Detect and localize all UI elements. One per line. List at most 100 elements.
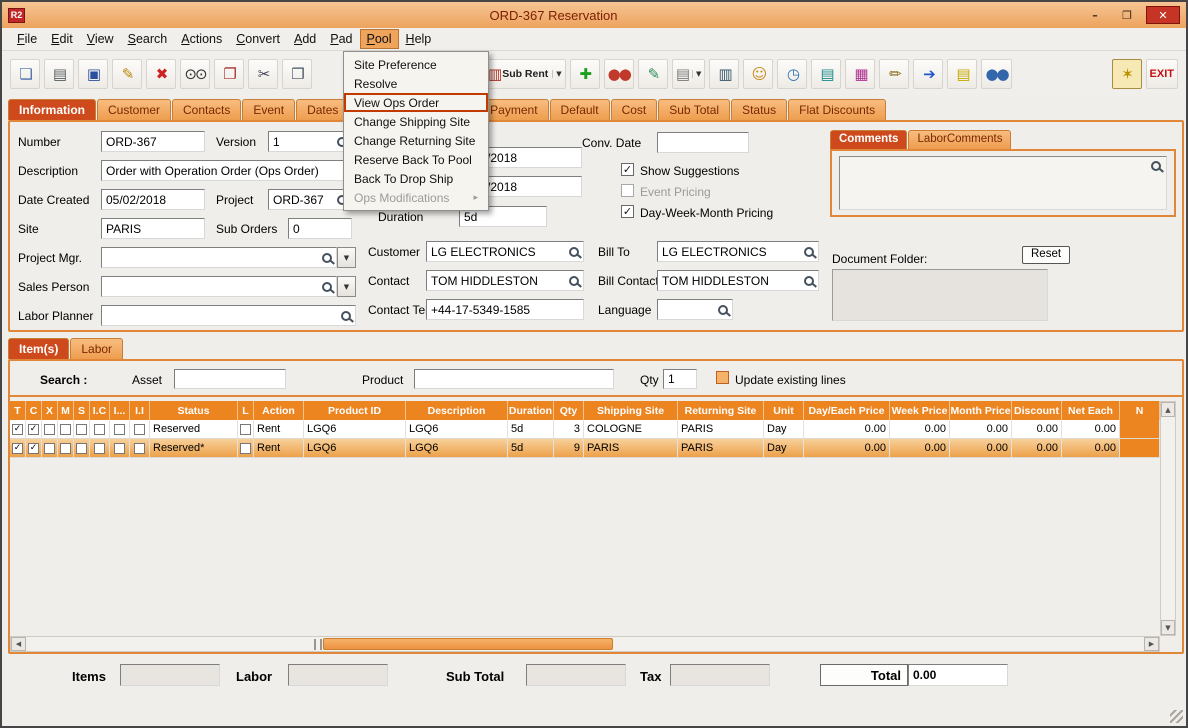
col-i[interactable]: I... [110, 401, 130, 420]
row-checkbox[interactable] [94, 423, 105, 435]
menu-view[interactable]: View [80, 29, 121, 49]
horizontal-scrollbar[interactable]: ◀ ▶ [10, 636, 1160, 652]
conv-date-field[interactable] [657, 132, 749, 153]
cell-discount[interactable]: 0.00 [1012, 420, 1062, 438]
project-mgr-dropdown-button[interactable]: ▼ [337, 247, 356, 268]
row-checkbox[interactable] [240, 423, 251, 435]
cell-product_id[interactable]: LGQ6 [304, 420, 406, 438]
labor-planner-field[interactable] [101, 305, 356, 326]
col-t[interactable]: T [10, 401, 26, 420]
customer-field[interactable]: LG ELECTRONICS [426, 241, 584, 262]
row-checkbox[interactable] [28, 423, 39, 435]
cell-chk2[interactable] [42, 439, 58, 457]
table-row[interactable]: ReservedRentLGQ6LGQ65d3COLOGNEPARISDay0.… [10, 420, 1160, 439]
pool-menu-item-view-ops-order[interactable]: View Ops Order [344, 93, 488, 112]
row-checkbox[interactable] [94, 442, 105, 454]
cell-chk7[interactable] [130, 439, 150, 457]
cell-action[interactable]: Rent [254, 439, 304, 457]
save-button[interactable]: ▣ [78, 59, 108, 89]
col-duration[interactable]: Duration [508, 401, 554, 420]
group-button[interactable]: ●● [603, 59, 634, 89]
tab-default[interactable]: Default [549, 99, 610, 120]
comments-text-area[interactable] [839, 156, 1167, 210]
row-checkbox[interactable] [240, 442, 251, 454]
col-i-i[interactable]: I.I [130, 401, 150, 420]
row-checkbox[interactable] [44, 442, 55, 454]
money-button[interactable]: ▤ [947, 59, 978, 89]
cell-chk6[interactable] [110, 420, 130, 438]
reset-button[interactable]: Reset [1022, 246, 1071, 264]
pool-menu-item-back-to-drop-ship[interactable]: Back To Drop Ship [344, 169, 488, 188]
col-description[interactable]: Description [406, 401, 508, 420]
resize-grip[interactable] [1170, 710, 1183, 723]
cell-week_price[interactable]: 0.00 [890, 420, 950, 438]
cell-chk5[interactable] [90, 439, 110, 457]
row-checkbox[interactable] [28, 442, 39, 454]
new-order-button[interactable]: ❏ [10, 59, 40, 89]
notepad-button[interactable]: ✏ [879, 59, 910, 89]
col-month-price[interactable]: Month Price [950, 401, 1012, 420]
cell-day_each_price[interactable]: 0.00 [804, 420, 890, 438]
document-folder-box[interactable] [832, 269, 1048, 321]
col-s[interactable]: S [74, 401, 90, 420]
search-icon[interactable] [322, 252, 332, 263]
sub-orders-field[interactable]: 0 [288, 218, 352, 239]
description-field[interactable]: Order with Operation Order (Ops Order) [101, 160, 353, 181]
menu-pool[interactable]: Pool [359, 29, 399, 49]
menu-pad[interactable]: Pad [323, 29, 359, 49]
scroll-right-icon[interactable]: ▶ [1144, 637, 1159, 651]
col-returning-site[interactable]: Returning Site [678, 401, 764, 420]
cell-chk0[interactable] [10, 420, 26, 438]
cell-qty[interactable]: 9 [554, 439, 584, 457]
dropdown-arrow-icon[interactable]: ▼ [692, 70, 701, 78]
product-input[interactable] [414, 369, 614, 389]
menu-edit[interactable]: Edit [44, 29, 80, 49]
column-split-grip[interactable] [314, 639, 322, 650]
exit-button[interactable]: EXIT [1145, 59, 1178, 89]
cell-net_each[interactable]: 0.00 [1062, 420, 1120, 438]
row-checkbox[interactable] [76, 423, 87, 435]
tab-sub-total[interactable]: Sub Total [658, 99, 731, 120]
col-qty[interactable]: Qty [554, 401, 584, 420]
menu-add[interactable]: Add [287, 29, 323, 49]
cell-returning_site[interactable]: PARIS [678, 439, 764, 457]
cell-qty[interactable]: 3 [554, 420, 584, 438]
cell-chk4[interactable] [74, 420, 90, 438]
tab-event[interactable]: Event [242, 99, 296, 120]
cell-chk4[interactable] [74, 439, 90, 457]
cell-lchk[interactable] [238, 420, 254, 438]
copies-button[interactable]: ▤ ▼ [671, 59, 706, 89]
report-button[interactable]: ▥ [709, 59, 740, 89]
cell-month_price[interactable]: 0.00 [950, 439, 1012, 457]
col-week-price[interactable]: Week Price [890, 401, 950, 420]
cell-status[interactable]: Reserved* [150, 439, 238, 457]
menu-convert[interactable]: Convert [229, 29, 287, 49]
cell-chk1[interactable] [26, 420, 42, 438]
minimize-button[interactable]: – [1082, 6, 1108, 24]
search-icon[interactable] [341, 310, 351, 321]
wand-button[interactable]: ✶ [1111, 59, 1142, 89]
contact-field[interactable]: TOM HIDDLESTON [426, 270, 584, 291]
project-field[interactable]: ORD-367 [268, 189, 352, 210]
close-button[interactable]: ✕ [1146, 6, 1180, 24]
pool-menu-item-change-returning-site[interactable]: Change Returning Site [344, 131, 488, 150]
search-icon[interactable] [1151, 161, 1161, 171]
tab-customer[interactable]: Customer [97, 99, 172, 120]
col-c[interactable]: C [26, 401, 42, 420]
row-checkbox[interactable] [114, 442, 125, 454]
cell-duration[interactable]: 5d [508, 439, 554, 457]
col-l[interactable]: L [238, 401, 254, 420]
delete-button[interactable]: ✖ [146, 59, 176, 89]
pool-menu-item-reserve-back-to-pool[interactable]: Reserve Back To Pool [344, 150, 488, 169]
tab-status[interactable]: Status [731, 99, 788, 120]
cell-ncol[interactable] [1120, 420, 1160, 438]
cell-net_each[interactable]: 0.00 [1062, 439, 1120, 457]
scroll-up-icon[interactable]: ▲ [1161, 402, 1175, 417]
search-icon[interactable] [804, 246, 814, 257]
row-checkbox[interactable] [12, 442, 23, 454]
row-checkbox[interactable] [44, 423, 55, 435]
col-m[interactable]: M [58, 401, 74, 420]
cell-unit[interactable]: Day [764, 420, 804, 438]
copy-button[interactable]: ❒ [282, 59, 312, 89]
tab-contacts[interactable]: Contacts [172, 99, 242, 120]
